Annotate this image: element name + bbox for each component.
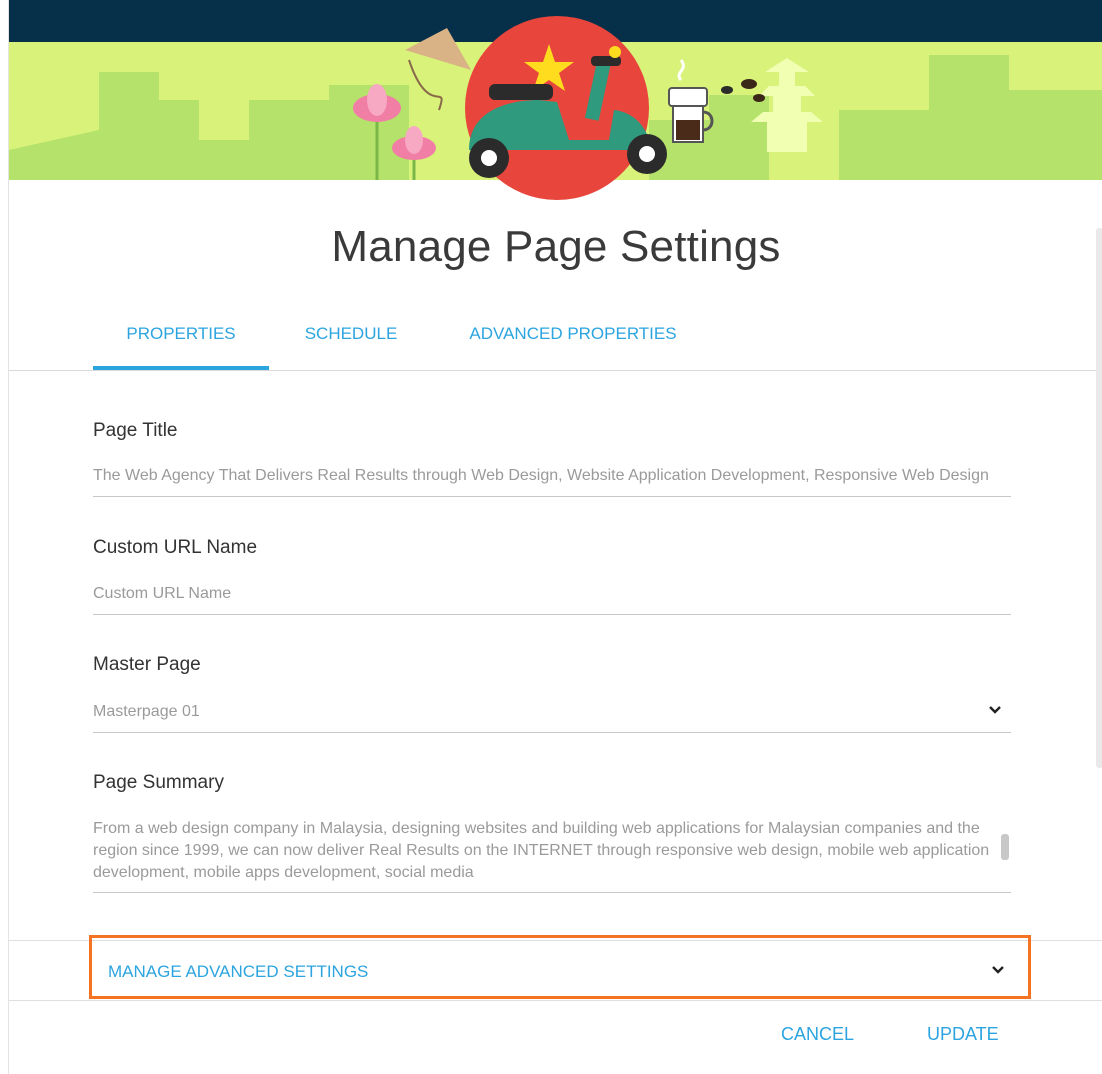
page-title-label: Page Title xyxy=(93,420,178,441)
manage-advanced-settings-label: MANAGE ADVANCED SETTINGS xyxy=(108,962,369,981)
banner-illustration xyxy=(9,0,1102,200)
master-page-label: Master Page xyxy=(93,654,201,675)
custom-url-input[interactable]: Custom URL Name xyxy=(93,584,1011,615)
tab-bar: PROPERTIES SCHEDULE ADVANCED PROPERTIES xyxy=(9,308,1102,371)
page-summary-label: Page Summary xyxy=(93,772,224,793)
page-title: Manage Page Settings xyxy=(331,222,781,271)
page-settings-dialog: Manage Page Settings PROPERTIES SCHEDULE… xyxy=(8,0,1102,1074)
divider xyxy=(9,1000,1102,1001)
master-page-select[interactable]: Masterpage 01 xyxy=(93,702,1011,733)
header-banner xyxy=(9,0,1102,200)
update-button[interactable]: UPDATE xyxy=(927,1024,999,1045)
textarea-scroll-thumb[interactable] xyxy=(1001,834,1009,860)
chevron-down-icon xyxy=(992,966,1004,974)
tab-advanced-properties[interactable]: ADVANCED PROPERTIES xyxy=(455,308,691,368)
page-title-input[interactable]: The Web Agency That Delivers Real Result… xyxy=(93,466,1011,497)
manage-advanced-settings-toggle[interactable]: MANAGE ADVANCED SETTINGS xyxy=(89,935,1031,999)
tab-schedule[interactable]: SCHEDULE xyxy=(291,308,411,368)
dialog-scrollbar[interactable] xyxy=(1096,228,1102,768)
cancel-button[interactable]: CANCEL xyxy=(781,1024,854,1045)
custom-url-label: Custom URL Name xyxy=(93,537,258,558)
page-summary-textarea[interactable]: From a web design company in Malaysia, d… xyxy=(93,818,1011,893)
master-page-selected: Masterpage 01 xyxy=(93,703,200,720)
tab-properties[interactable]: PROPERTIES xyxy=(93,308,269,370)
chevron-down-icon xyxy=(989,706,1001,714)
page-summary-text: From a web design company in Malaysia, d… xyxy=(93,820,990,881)
